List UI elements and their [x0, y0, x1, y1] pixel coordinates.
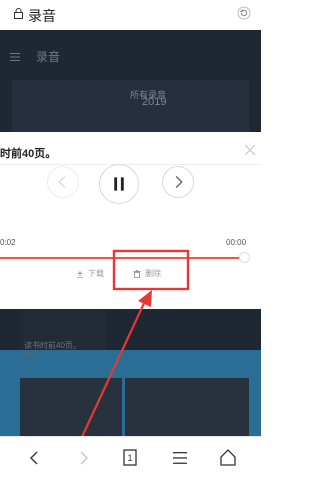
recording-card-time: 00:11: [24, 352, 41, 359]
address-bar[interactable]: 录音: [0, 0, 261, 30]
pause-button[interactable]: [99, 164, 139, 204]
tabs-button[interactable]: 1: [118, 445, 142, 471]
next-button[interactable]: [162, 166, 194, 198]
recording-card-title: 读书时前40页。: [24, 341, 81, 350]
tabs-icon: 1: [123, 449, 137, 466]
player-popup: 时前40页。 0:02 00:00 下载 删除: [0, 132, 261, 309]
previous-button[interactable]: [47, 166, 79, 198]
year-label: 2019: [142, 96, 167, 108]
tab-count: 1: [127, 453, 132, 463]
forward-button[interactable]: [72, 445, 96, 471]
next-icon: [175, 175, 183, 189]
page-header-title: 录音: [36, 50, 61, 64]
home-icon: [220, 449, 236, 466]
total-time: 00:00: [226, 238, 247, 247]
browser-nav-bar: 1: [0, 436, 261, 480]
pause-icon: [114, 177, 124, 191]
download-label: 下载: [88, 269, 104, 278]
download-icon: [77, 271, 83, 278]
current-time: 0:02: [0, 238, 16, 247]
recording-card: [125, 378, 249, 436]
progress-track[interactable]: [0, 257, 244, 259]
close-icon[interactable]: [244, 144, 256, 156]
previous-icon: [58, 175, 66, 189]
back-icon: [30, 451, 38, 465]
forward-icon: [80, 451, 88, 465]
progress-thumb[interactable]: [239, 252, 250, 263]
menu-icon: [173, 452, 187, 464]
lock-icon: [14, 8, 23, 19]
home-button[interactable]: [216, 445, 240, 471]
page-title: 录音: [28, 8, 56, 24]
menu-icon: [10, 53, 20, 61]
back-button[interactable]: [22, 445, 46, 471]
player-title: 时前40页。: [0, 148, 57, 160]
trash-icon: [133, 270, 141, 278]
menu-button[interactable]: [168, 445, 192, 471]
delete-label: 删除: [145, 269, 161, 278]
recording-card: [20, 378, 122, 436]
reload-icon[interactable]: [237, 6, 251, 20]
